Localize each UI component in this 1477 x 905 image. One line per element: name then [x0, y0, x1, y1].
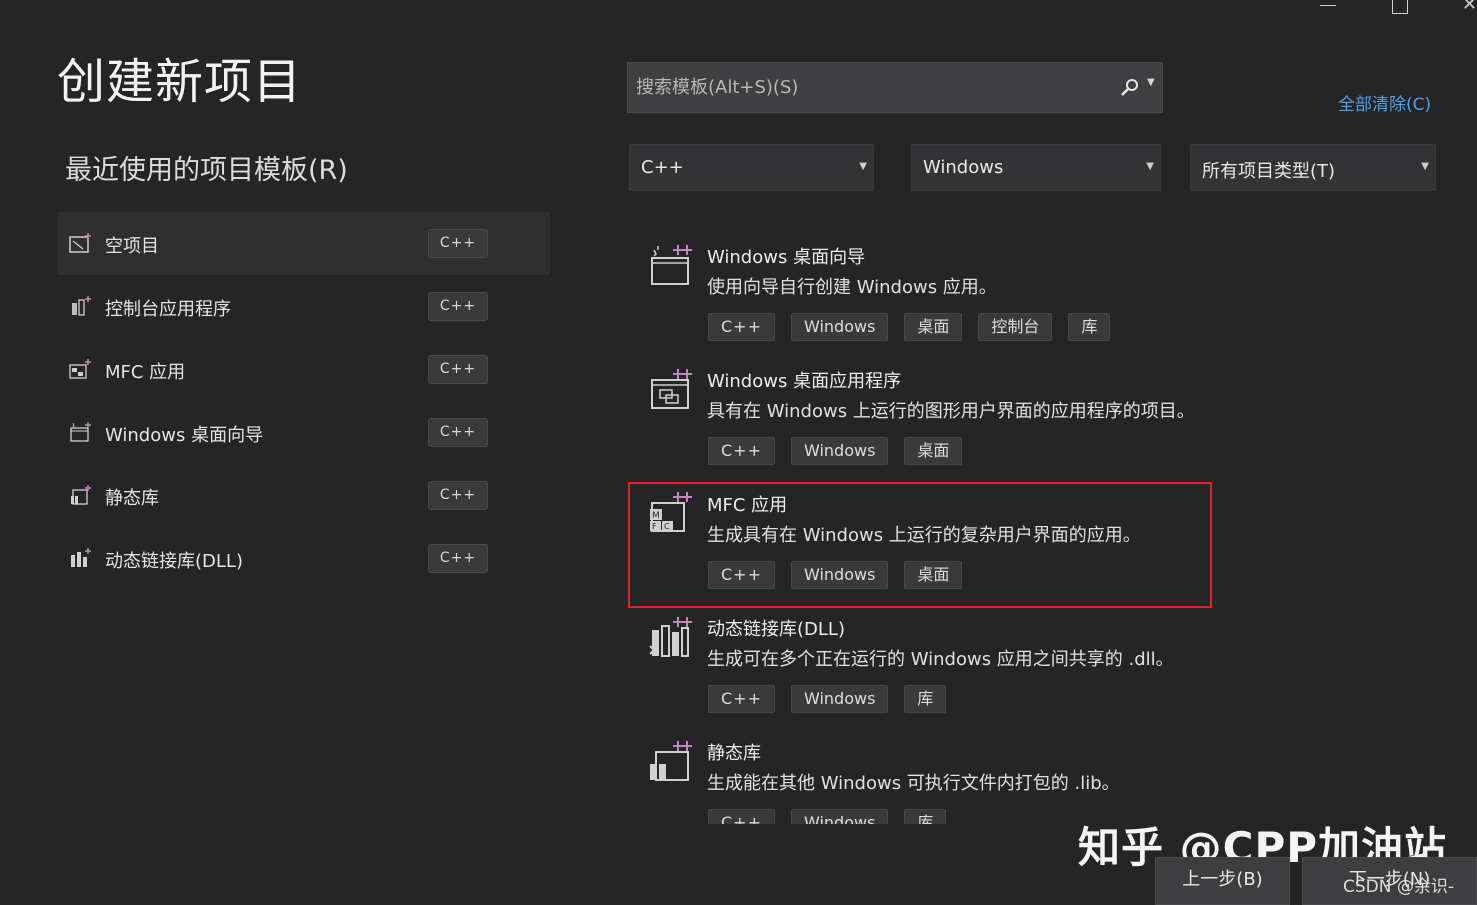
csdn-watermark: CSDN @余识- — [1343, 877, 1455, 897]
recent-item-label: 动态链接库(DLL) — [105, 551, 243, 572]
close-button[interactable]: ✕ — [1462, 0, 1477, 15]
language-badge: C++ — [428, 229, 488, 258]
mfc-app-icon — [69, 358, 93, 380]
minimize-button[interactable] — [1318, 0, 1338, 14]
language-badge: C++ — [428, 418, 488, 447]
template-tags: C++ Windows 桌面 控制台 库 — [708, 313, 1111, 341]
tag: Windows — [790, 313, 889, 341]
clear-all-link[interactable]: 全部清除(C) — [1338, 90, 1431, 115]
template-name: 静态库 — [707, 743, 761, 764]
back-button[interactable]: 上一步(B) — [1155, 857, 1290, 905]
platform-filter-value: Windows — [923, 157, 1004, 178]
search-icon[interactable] — [1118, 77, 1142, 99]
language-badge: C++ — [428, 544, 488, 573]
project-type-filter-value: 所有项目类型(T) — [1202, 161, 1336, 182]
language-badge: C++ — [428, 292, 488, 321]
recent-item-label: 静态库 — [105, 488, 159, 509]
desktop-wizard-icon — [648, 244, 692, 286]
recent-item-empty-project[interactable]: 空项目 C++ — [57, 212, 550, 275]
chevron-down-icon: ▼ — [1146, 161, 1154, 172]
recent-item-label: MFC 应用 — [105, 362, 186, 383]
tag: Windows — [790, 809, 889, 824]
template-tags: C++ Windows 库 — [708, 685, 947, 713]
template-name: 动态链接库(DLL) — [707, 619, 845, 640]
tag: C++ — [708, 437, 775, 465]
recent-templates-list: 空项目 C++ 控制台应用程序 C++ MFC 应用 C++ Windows 桌… — [57, 212, 550, 590]
template-search-input[interactable] — [628, 63, 1098, 112]
svg-text:F: F — [652, 522, 657, 531]
tag: 库 — [1068, 313, 1111, 341]
recent-item-label: Windows 桌面向导 — [105, 425, 264, 446]
maximize-button[interactable] — [1392, 0, 1408, 14]
tag: 库 — [904, 685, 947, 713]
static-lib-icon — [69, 484, 93, 506]
template-search-box: ▼ — [627, 62, 1163, 113]
template-item-dll[interactable]: 动态链接库(DLL) 生成可在多个正在运行的 Windows 应用之间共享的 .… — [628, 604, 1218, 728]
chevron-down-icon: ▼ — [1421, 161, 1429, 172]
page-title: 创建新项目 — [57, 54, 303, 110]
recent-item-label: 控制台应用程序 — [105, 299, 231, 320]
template-item-mfc-app[interactable]: MFC MFC 应用 生成具有在 Windows 上运行的复杂用户界面的应用。 … — [628, 482, 1212, 608]
svg-text:C: C — [664, 522, 670, 531]
template-name: Windows 桌面向导 — [707, 247, 866, 268]
recent-item-desktop-wizard[interactable]: Windows 桌面向导 C++ — [57, 401, 550, 464]
tag: 库 — [904, 809, 947, 824]
project-type-filter-dropdown[interactable]: 所有项目类型(T) ▼ — [1190, 144, 1436, 191]
language-filter-value: C++ — [641, 157, 684, 178]
tag: 控制台 — [978, 313, 1053, 341]
tag: Windows — [790, 437, 889, 465]
recent-item-console-app[interactable]: 控制台应用程序 C++ — [57, 275, 550, 338]
template-item-desktop-app[interactable]: Windows 桌面应用程序 具有在 Windows 上运行的图形用户界面的应用… — [628, 356, 1218, 480]
recent-item-mfc-app[interactable]: MFC 应用 C++ — [57, 338, 550, 401]
tag: C++ — [708, 685, 775, 713]
template-tags: C++ Windows 桌面 — [708, 437, 963, 465]
tag: 桌面 — [904, 561, 963, 589]
svg-text:M: M — [652, 511, 660, 521]
language-badge: C++ — [428, 481, 488, 510]
tag: Windows — [790, 685, 889, 713]
tag: C++ — [708, 809, 775, 824]
template-item-desktop-wizard[interactable]: Windows 桌面向导 使用向导自行创建 Windows 应用。 C++ Wi… — [628, 232, 1218, 356]
mfc-app-icon: MFC — [648, 491, 692, 533]
tag: C++ — [708, 561, 775, 589]
recent-templates-heading: 最近使用的项目模板(R) — [65, 155, 348, 186]
desktop-wizard-icon — [69, 421, 93, 443]
platform-filter-dropdown[interactable]: Windows ▼ — [911, 144, 1161, 191]
chevron-down-icon: ▼ — [859, 161, 867, 172]
template-list: Windows 桌面向导 使用向导自行创建 Windows 应用。 C++ Wi… — [628, 232, 1228, 824]
template-name: Windows 桌面应用程序 — [707, 371, 902, 392]
template-description: 使用向导自行创建 Windows 应用。 — [707, 277, 997, 298]
static-lib-icon — [648, 740, 692, 782]
console-app-icon — [69, 295, 93, 317]
desktop-app-icon — [648, 368, 692, 410]
template-description: 生成能在其他 Windows 可执行文件内打包的 .lib。 — [707, 773, 1120, 794]
tag: C++ — [708, 313, 775, 341]
template-item-static-lib[interactable]: 静态库 生成能在其他 Windows 可执行文件内打包的 .lib。 C++ W… — [628, 728, 1218, 824]
template-description: 生成可在多个正在运行的 Windows 应用之间共享的 .dll。 — [707, 649, 1174, 670]
template-tags: C++ Windows 桌面 — [708, 561, 963, 589]
language-badge: C++ — [428, 355, 488, 384]
template-name: MFC 应用 — [707, 495, 788, 516]
template-description: 具有在 Windows 上运行的图形用户界面的应用程序的项目。 — [707, 401, 1195, 422]
tag: 桌面 — [904, 313, 963, 341]
recent-item-label: 空项目 — [105, 236, 159, 257]
recent-item-static-lib[interactable]: 静态库 C++ — [57, 464, 550, 527]
template-description: 生成具有在 Windows 上运行的复杂用户界面的应用。 — [707, 525, 1141, 546]
tag: 桌面 — [904, 437, 963, 465]
template-tags: C++ Windows 库 — [708, 809, 947, 824]
language-filter-dropdown[interactable]: C++ ▼ — [629, 144, 874, 191]
chevron-down-icon[interactable]: ▼ — [1147, 77, 1155, 88]
dll-icon — [69, 547, 93, 569]
dll-icon — [648, 616, 692, 658]
recent-item-dll[interactable]: 动态链接库(DLL) C++ — [57, 527, 550, 590]
tag: Windows — [790, 561, 889, 589]
empty-project-icon — [69, 232, 93, 254]
